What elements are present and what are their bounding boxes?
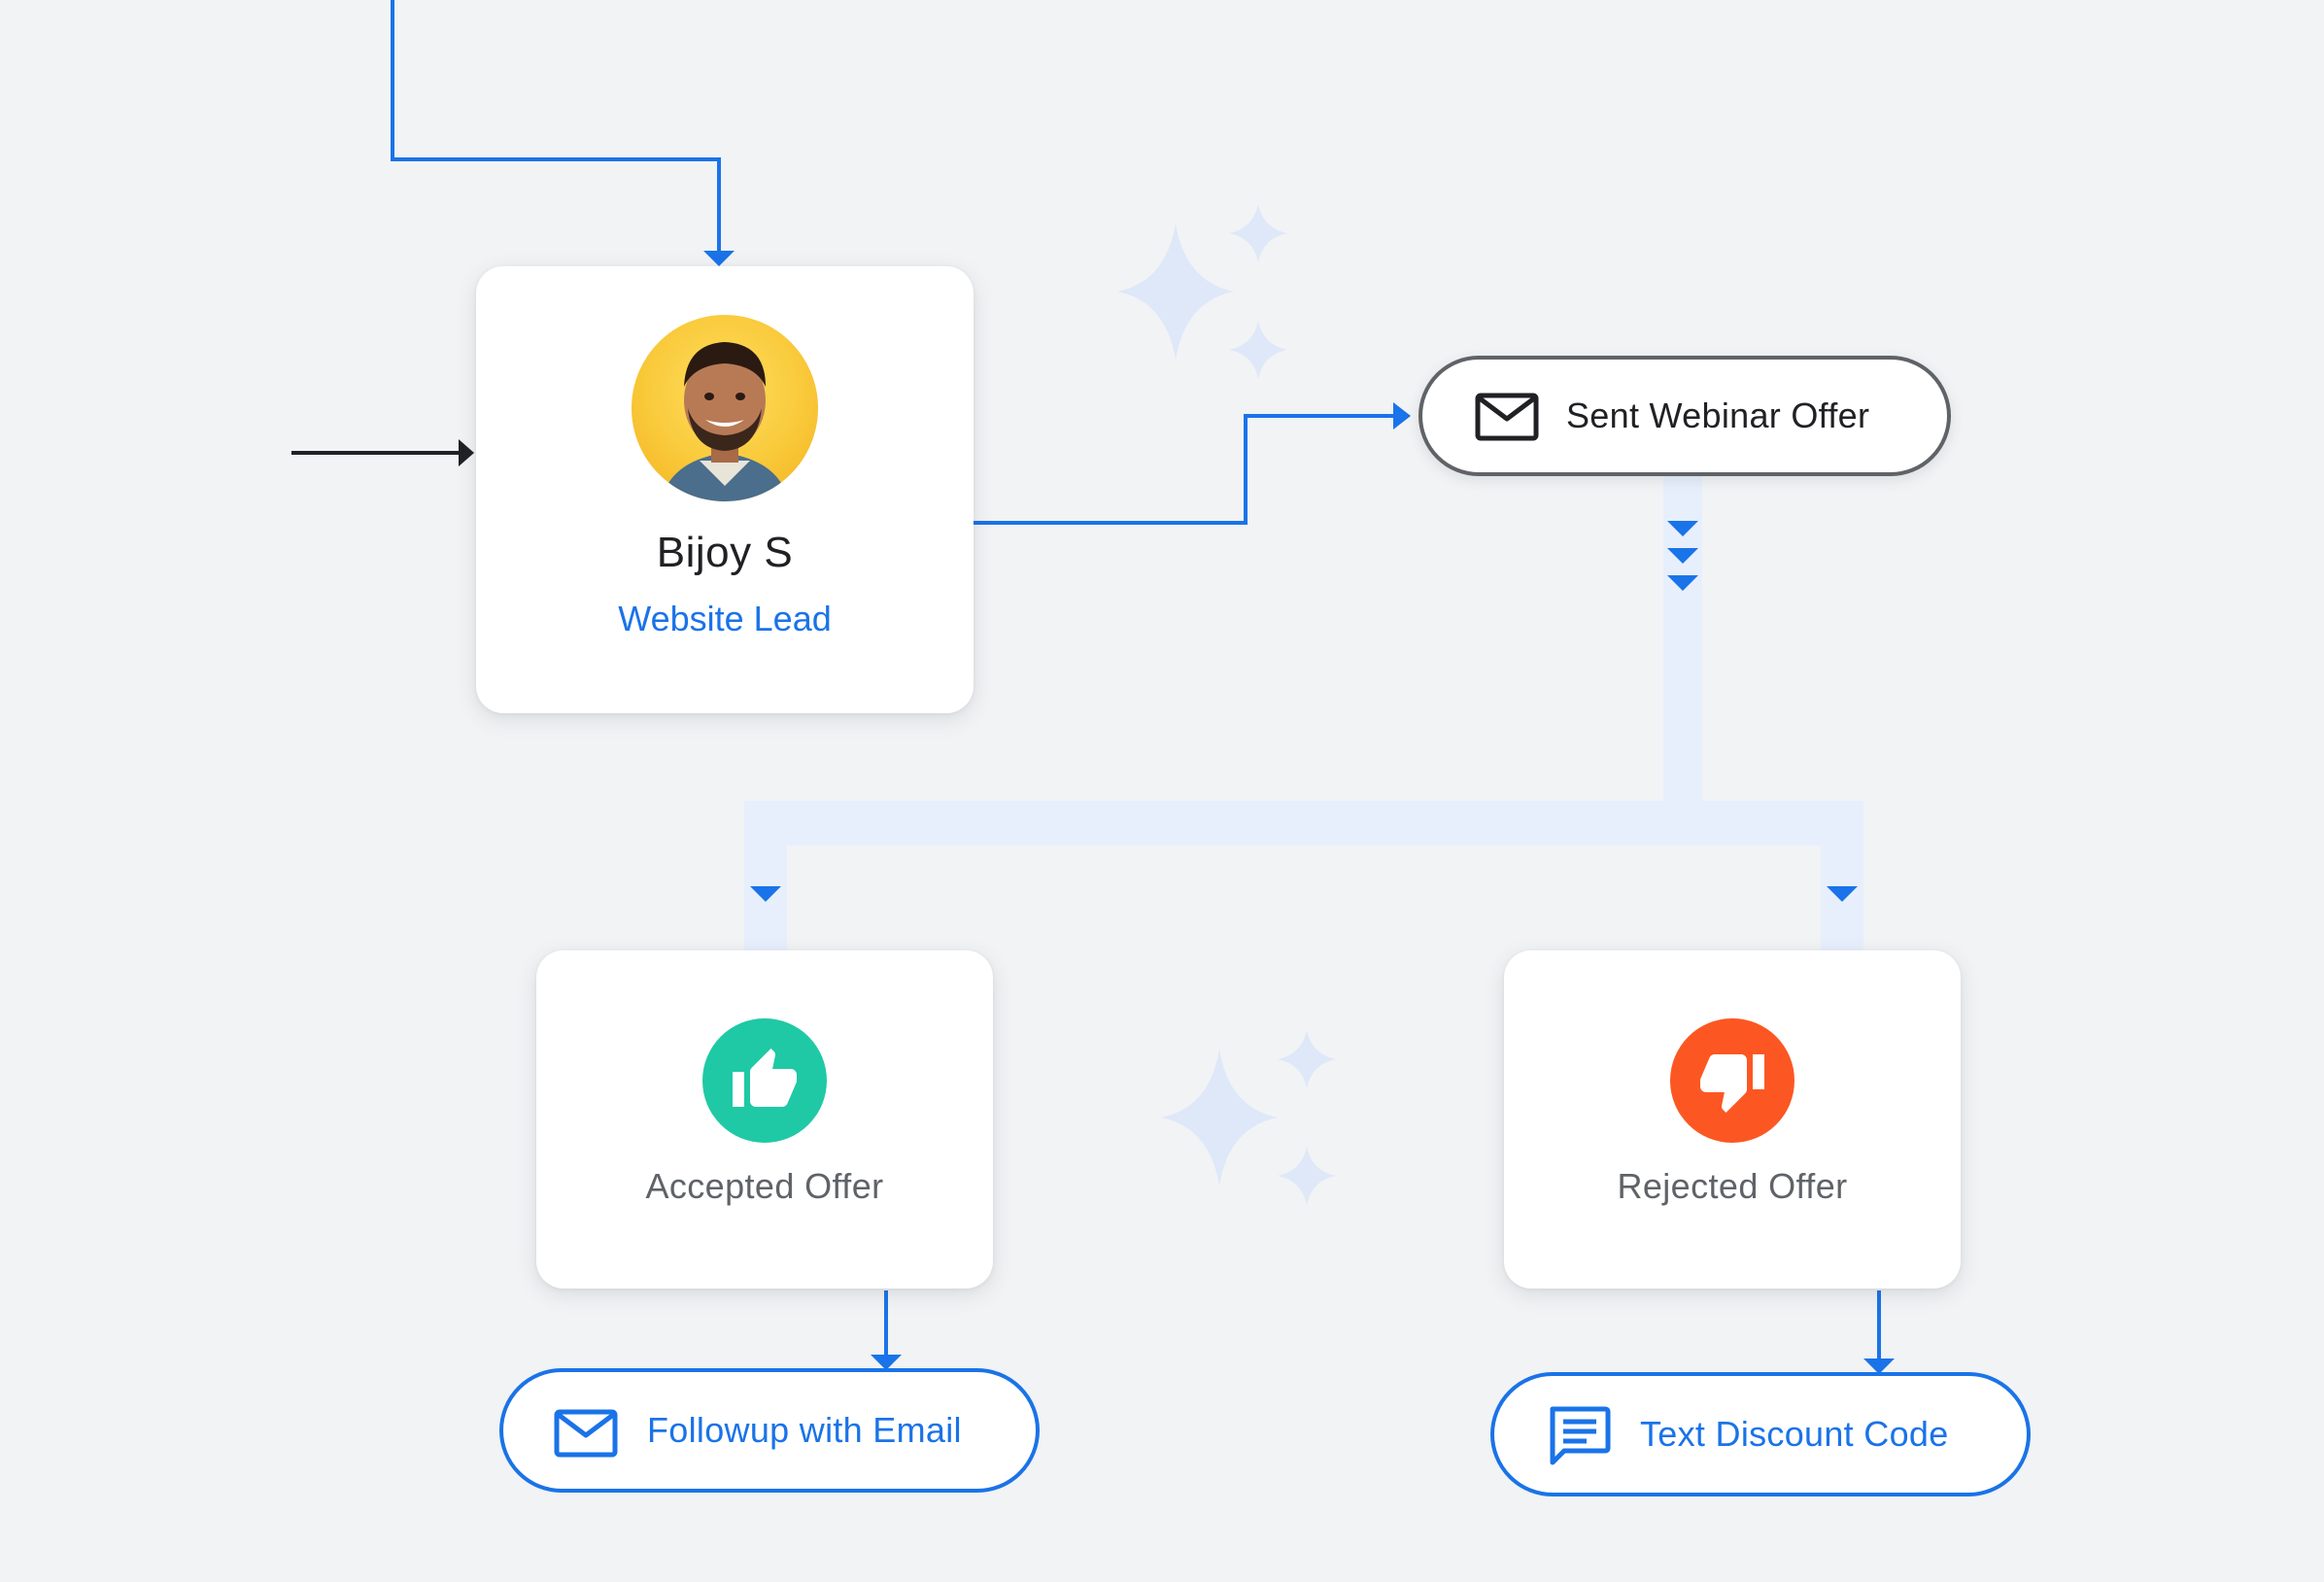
incoming-arrowhead <box>459 439 474 466</box>
text-discount-code-node[interactable]: Text Discount Code <box>1490 1372 2031 1496</box>
rejected-offer-card[interactable]: Rejected Offer <box>1504 950 1961 1289</box>
sparkle-icon <box>1161 1030 1336 1205</box>
person-avatar <box>632 315 818 501</box>
chat-message-icon <box>1550 1406 1611 1465</box>
avatar-portrait <box>661 342 789 501</box>
sparkle-icon <box>1117 204 1287 379</box>
text-discount-code-label: Text Discount Code <box>1640 1414 1949 1454</box>
rejected-status-circle <box>1670 1018 1794 1143</box>
accepted-offer-card[interactable]: Accepted Offer <box>536 950 993 1289</box>
flow-connectors <box>291 0 1895 1374</box>
mail-icon <box>554 1409 618 1458</box>
thumbs-down-icon <box>1700 1054 1764 1113</box>
accepted-offer-label: Accepted Offer <box>645 1166 884 1206</box>
rejected-offer-label: Rejected Offer <box>1617 1166 1848 1206</box>
sent-webinar-offer-label: Sent Webinar Offer <box>1566 396 1870 435</box>
lead-name: Bijoy S <box>656 529 794 576</box>
thumbs-up-icon <box>733 1049 797 1107</box>
lead-card[interactable]: Bijoy S Website Lead <box>476 266 974 713</box>
mail-icon <box>1475 393 1539 441</box>
sent-webinar-offer-node[interactable]: Sent Webinar Offer <box>1418 356 1951 476</box>
lead-source: Website Lead <box>618 599 832 638</box>
followup-email-node[interactable]: Followup with Email <box>499 1368 1040 1493</box>
followup-email-label: Followup with Email <box>647 1410 962 1450</box>
accepted-status-circle <box>702 1018 827 1143</box>
